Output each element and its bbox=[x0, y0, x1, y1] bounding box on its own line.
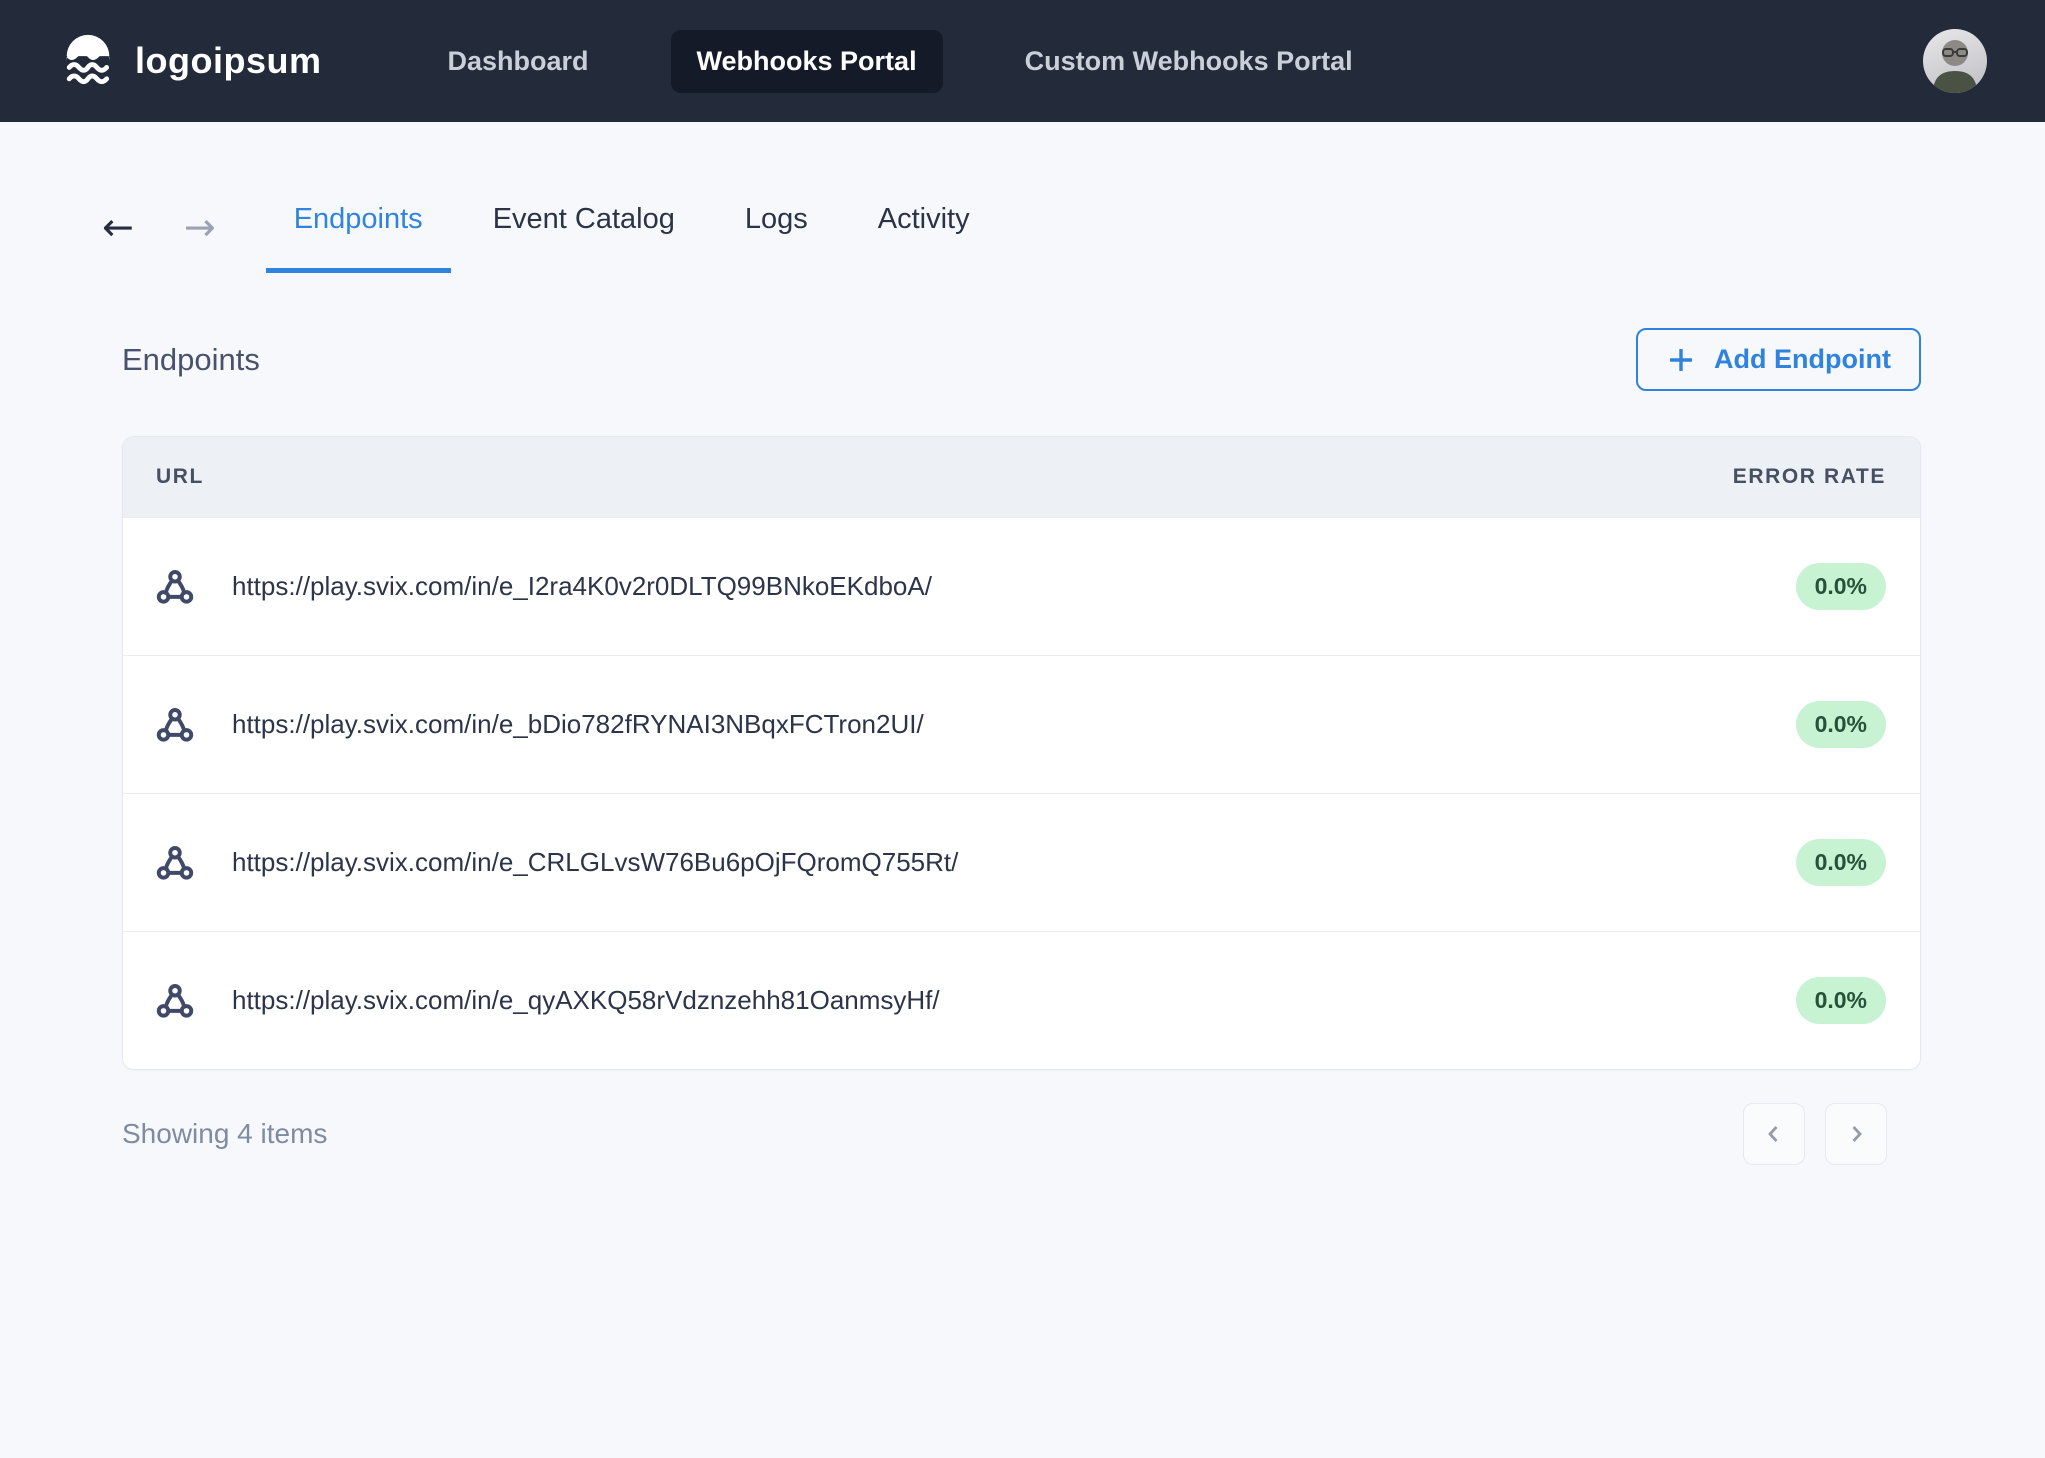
endpoint-url: https://play.svix.com/in/e_I2ra4K0v2r0DL… bbox=[232, 571, 932, 602]
nav-item-dashboard[interactable]: Dashboard bbox=[422, 30, 615, 93]
next-page-button[interactable] bbox=[1825, 1103, 1887, 1165]
prev-page-button[interactable] bbox=[1743, 1103, 1805, 1165]
user-avatar[interactable] bbox=[1923, 29, 1987, 93]
items-summary: Showing 4 items bbox=[122, 1118, 327, 1150]
column-header-url: URL bbox=[156, 465, 204, 489]
endpoint-row[interactable]: https://play.svix.com/in/e_I2ra4K0v2r0DL… bbox=[123, 517, 1920, 655]
webhook-icon bbox=[156, 706, 194, 744]
endpoints-table: URL ERROR RATE https://play.svix.com/in/… bbox=[122, 436, 1921, 1070]
logoipsum-icon bbox=[57, 30, 119, 92]
error-rate-badge: 0.0% bbox=[1796, 839, 1886, 886]
nav-item-webhooks-portal[interactable]: Webhooks Portal bbox=[671, 30, 943, 93]
portal-tabstrip: ← → Endpoints Event Catalog Logs Activit… bbox=[0, 184, 2045, 270]
tab-logs[interactable]: Logs bbox=[717, 181, 836, 273]
back-button[interactable]: ← bbox=[88, 208, 148, 246]
endpoint-row[interactable]: https://play.svix.com/in/e_qyAXKQ58rVdzn… bbox=[123, 931, 1920, 1069]
plus-icon bbox=[1666, 345, 1696, 375]
webhook-icon bbox=[156, 844, 194, 882]
tab-event-catalog[interactable]: Event Catalog bbox=[465, 181, 703, 273]
page-header: Endpoints Add Endpoint bbox=[122, 328, 1921, 391]
brand-name: logoipsum bbox=[135, 40, 322, 82]
add-endpoint-button[interactable]: Add Endpoint bbox=[1636, 328, 1921, 391]
navbar-menu: Dashboard Webhooks Portal Custom Webhook… bbox=[422, 30, 1379, 93]
tab-endpoints[interactable]: Endpoints bbox=[266, 181, 451, 273]
webhook-icon bbox=[156, 982, 194, 1020]
webhook-icon bbox=[156, 568, 194, 606]
chevron-right-icon bbox=[1844, 1122, 1868, 1146]
error-rate-badge: 0.0% bbox=[1796, 701, 1886, 748]
add-endpoint-label: Add Endpoint bbox=[1714, 344, 1891, 375]
endpoint-url: https://play.svix.com/in/e_qyAXKQ58rVdzn… bbox=[232, 985, 940, 1016]
tabs: Endpoints Event Catalog Logs Activity bbox=[266, 181, 998, 273]
page-title: Endpoints bbox=[122, 342, 260, 378]
nav-item-custom-webhooks-portal[interactable]: Custom Webhooks Portal bbox=[999, 30, 1379, 93]
user-photo-icon bbox=[1923, 29, 1987, 93]
top-navbar: logoipsum Dashboard Webhooks Portal Cust… bbox=[0, 0, 2045, 122]
endpoint-url: https://play.svix.com/in/e_bDio782fRYNAI… bbox=[232, 709, 924, 740]
table-header: URL ERROR RATE bbox=[123, 437, 1920, 517]
error-rate-badge: 0.0% bbox=[1796, 563, 1886, 610]
pagination bbox=[1743, 1103, 1887, 1165]
forward-button[interactable]: → bbox=[170, 208, 230, 246]
endpoint-row[interactable]: https://play.svix.com/in/e_CRLGLvsW76Bu6… bbox=[123, 793, 1920, 931]
column-header-error-rate: ERROR RATE bbox=[1733, 465, 1886, 489]
error-rate-badge: 0.0% bbox=[1796, 977, 1886, 1024]
tab-activity[interactable]: Activity bbox=[850, 181, 998, 273]
endpoint-row[interactable]: https://play.svix.com/in/e_bDio782fRYNAI… bbox=[123, 655, 1920, 793]
brand-logo[interactable]: logoipsum bbox=[57, 30, 322, 92]
chevron-left-icon bbox=[1762, 1122, 1786, 1146]
endpoint-url: https://play.svix.com/in/e_CRLGLvsW76Bu6… bbox=[232, 847, 958, 878]
list-footer: Showing 4 items bbox=[122, 1102, 1887, 1166]
